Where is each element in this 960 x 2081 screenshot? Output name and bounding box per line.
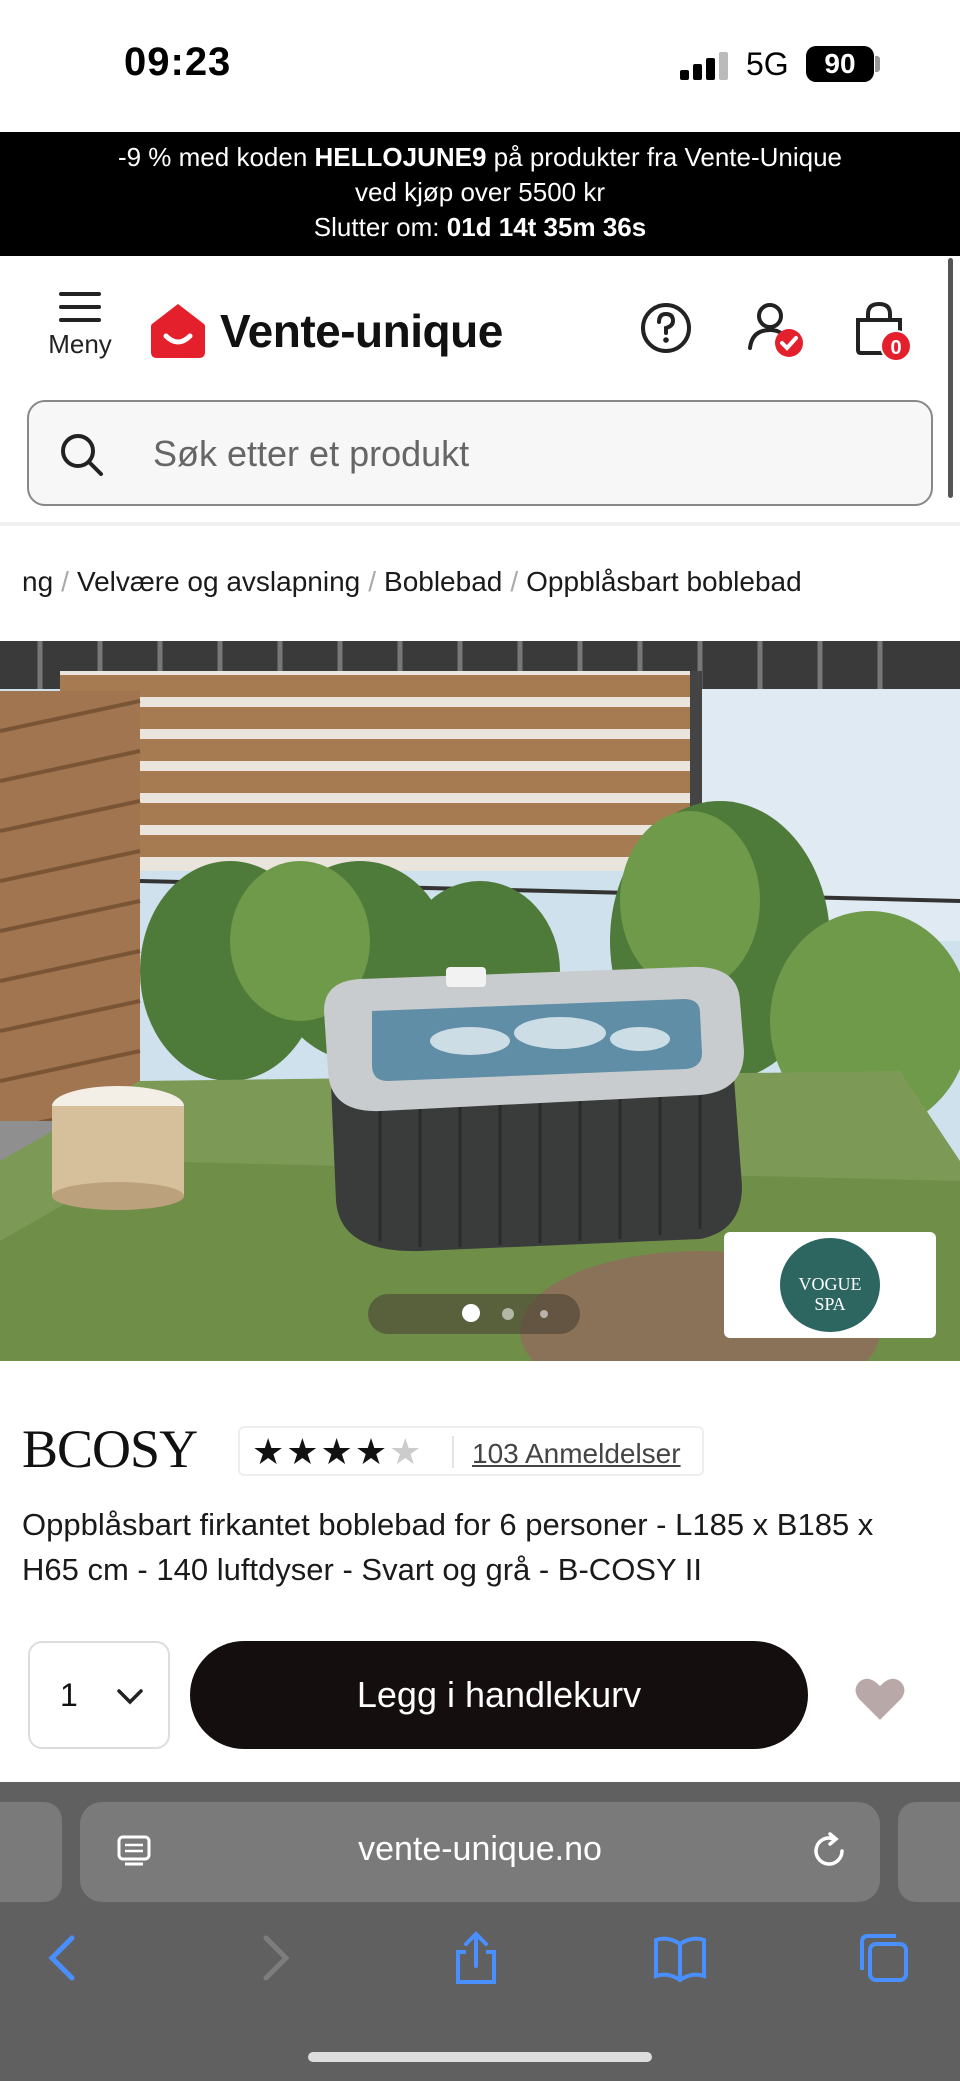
product-brand[interactable]: BCOSY bbox=[22, 1418, 198, 1480]
promo-banner[interactable]: -9 % med koden HELLOJUNE9 på produkter f… bbox=[0, 132, 960, 256]
quantity-select[interactable]: 1 bbox=[28, 1641, 170, 1749]
battery-icon: 90 bbox=[806, 46, 874, 82]
status-time: 09:23 bbox=[124, 40, 232, 84]
breadcrumb-item[interactable]: Boblebad bbox=[384, 566, 502, 597]
carousel-pager[interactable] bbox=[368, 1294, 580, 1334]
address-bar[interactable]: vente-unique.no bbox=[80, 1802, 880, 1902]
carousel-dot[interactable] bbox=[502, 1308, 514, 1320]
breadcrumb-item[interactable]: ng bbox=[22, 566, 53, 597]
signal-icon bbox=[680, 52, 730, 80]
breadcrumb-item[interactable]: Velvære og avslapning bbox=[77, 566, 360, 597]
share-icon[interactable] bbox=[448, 1930, 504, 1986]
search-bar[interactable] bbox=[27, 400, 933, 506]
help-icon[interactable] bbox=[636, 298, 696, 358]
site-header: Meny Vente-unique 0 bbox=[0, 256, 960, 406]
breadcrumb: ng / Velvære og avslapning / Boblebad / Oppblå… bbox=[22, 566, 802, 597]
carousel-dot[interactable] bbox=[540, 1310, 548, 1318]
chevron-down-icon bbox=[117, 1689, 143, 1705]
heart-icon[interactable] bbox=[850, 1672, 910, 1726]
quantity-value: 1 bbox=[60, 1677, 78, 1713]
site-logo[interactable]: Vente-unique bbox=[150, 296, 503, 366]
hamburger-icon bbox=[59, 292, 101, 322]
promo-code: HELLOJUNE9 bbox=[314, 142, 487, 172]
promo-countdown: 01d 14t 35m 36s bbox=[446, 212, 647, 242]
reviews-link[interactable]: 103 Anmeldelser bbox=[472, 1438, 681, 1470]
bookmarks-icon[interactable] bbox=[652, 1930, 708, 1986]
url-text: vente-unique.no bbox=[358, 1830, 602, 1868]
search-icon bbox=[61, 434, 103, 476]
battery-cap bbox=[875, 56, 880, 72]
star-rating: ★★★★★ bbox=[252, 1431, 424, 1472]
header-divider bbox=[0, 522, 960, 526]
carousel-dot-active[interactable] bbox=[462, 1304, 480, 1322]
menu-button[interactable]: Meny bbox=[38, 292, 122, 372]
page-scrollbar[interactable] bbox=[948, 258, 953, 498]
account-icon[interactable] bbox=[744, 298, 804, 358]
house-logo-icon bbox=[151, 304, 205, 358]
breadcrumb-item-current: Oppblåsbart boblebad bbox=[526, 566, 802, 597]
previous-tab[interactable] bbox=[0, 1802, 62, 1902]
promo-line-1: -9 % med koden HELLOJUNE9 på produkter f… bbox=[117, 142, 843, 172]
tabs-icon[interactable] bbox=[856, 1930, 912, 1986]
forward-icon bbox=[263, 1935, 290, 1981]
logo-text: Vente-unique bbox=[220, 305, 503, 357]
rating-summary[interactable]: ★★★★★ 103 Anmeldelser bbox=[238, 1426, 704, 1476]
home-indicator[interactable] bbox=[308, 2052, 652, 2062]
next-tab[interactable] bbox=[898, 1802, 960, 1902]
network-label: 5G bbox=[746, 46, 789, 82]
search-input[interactable] bbox=[153, 426, 893, 482]
browser-chrome: vente-unique.no bbox=[0, 1782, 960, 2081]
brand-badge: VOGUE SPA bbox=[724, 1232, 936, 1338]
add-to-cart-button[interactable]: Legg i handlekurv bbox=[190, 1641, 808, 1749]
promo-line-2: ved kjøp over 5500 kr bbox=[354, 177, 605, 207]
status-bar: 09:23 5G 90 bbox=[0, 0, 960, 132]
product-title: Oppblåsbart firkantet boblebad for 6 per… bbox=[22, 1507, 874, 1587]
menu-label: Meny bbox=[48, 329, 112, 359]
reload-icon[interactable] bbox=[808, 1830, 850, 1872]
rating-divider bbox=[452, 1436, 454, 1468]
promo-line-3: Slutter om: 01d 14t 35m 36s bbox=[313, 212, 647, 242]
cart-count-badge: 0 bbox=[880, 330, 912, 362]
vogue-spa-logo: VOGUE SPA bbox=[780, 1238, 880, 1332]
back-icon[interactable] bbox=[36, 1930, 92, 1986]
